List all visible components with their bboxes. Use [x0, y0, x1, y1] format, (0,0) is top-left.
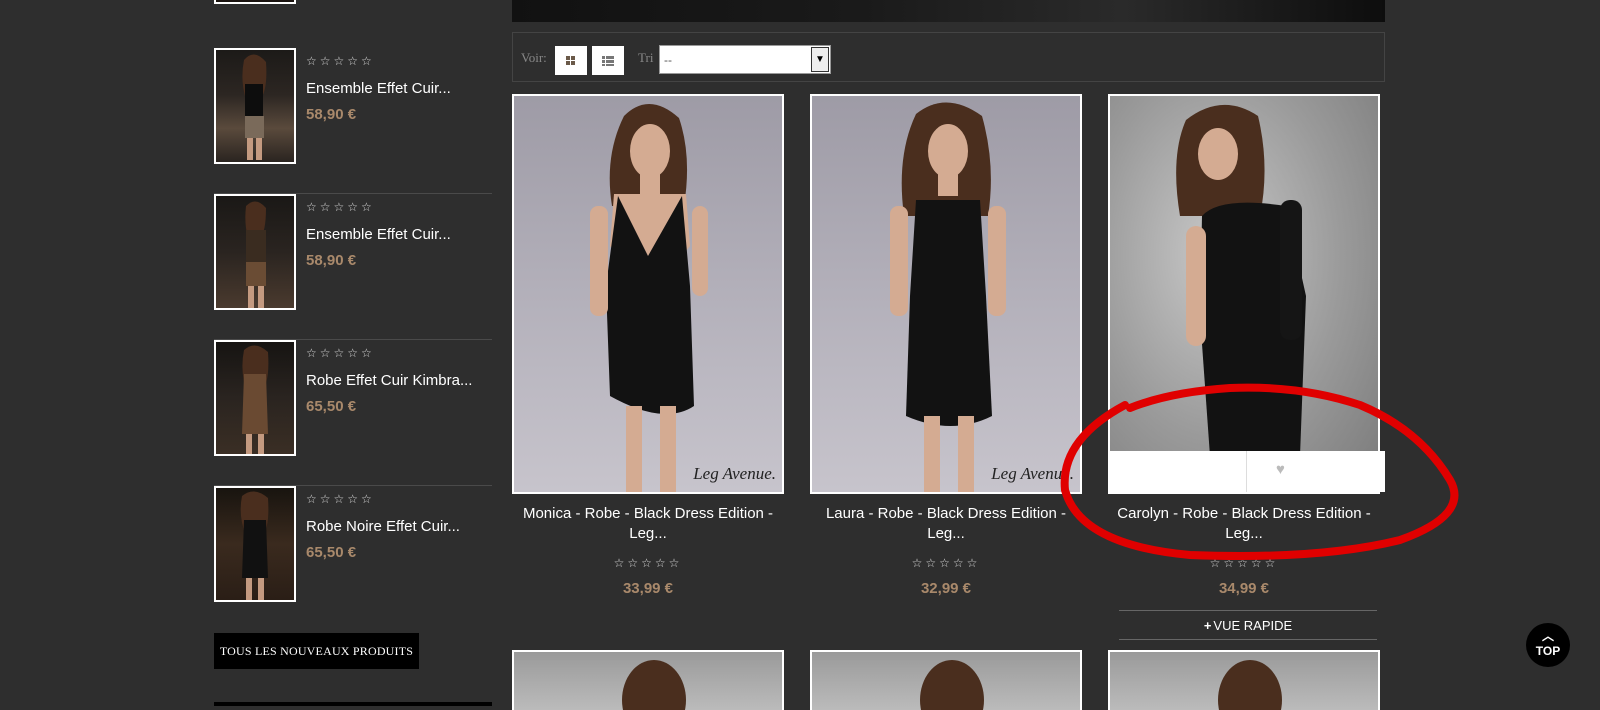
back-to-top-button[interactable]: ︿ TOP	[1526, 623, 1570, 667]
sort-value: --	[664, 53, 672, 67]
rating-stars: ☆☆☆☆☆	[306, 492, 375, 506]
quick-view-label: VUE RAPIDE	[1213, 617, 1293, 633]
list-view-icon	[602, 56, 614, 66]
brand-watermark: Leg Avenue.	[991, 464, 1074, 483]
sidebar-product-1[interactable]: ☆☆☆☆☆ Ensemble Effet Cuir... 58,90 €	[214, 48, 492, 194]
chevron-down-icon[interactable]: ▼	[811, 47, 829, 72]
heart-icon[interactable]: ♥	[1276, 461, 1285, 478]
brand-watermark: Leg Avenue.	[693, 464, 776, 483]
product-thumbnail[interactable]	[214, 486, 296, 602]
grid-view-button[interactable]	[555, 46, 587, 75]
product-price: 58,90 €	[306, 252, 357, 269]
view-label: Voir:	[521, 50, 547, 65]
product-price: 65,50 €	[306, 398, 357, 415]
category-banner	[512, 0, 1385, 22]
rating-stars: ☆☆☆☆☆	[613, 556, 683, 570]
product-name[interactable]: Monica - Robe - Black Dress Edition - Le…	[512, 504, 784, 544]
sidebar-product-3[interactable]: ☆☆☆☆☆ Robe Effet Cuir Kimbra... 65,50 €	[214, 340, 492, 486]
product-price: 58,90 €	[306, 106, 357, 123]
next-block-edge	[214, 702, 492, 706]
product-price: 33,99 €	[622, 580, 674, 597]
product-card-partial[interactable]	[512, 650, 784, 710]
sidebar-product-4[interactable]: ☆☆☆☆☆ Robe Noire Effet Cuir... 65,50 €	[214, 486, 492, 606]
chevron-up-icon: ︿	[1541, 629, 1554, 643]
rating-stars: ☆☆☆☆☆	[1209, 556, 1279, 570]
product-name[interactable]: Robe Effet Cuir Kimbra...	[306, 372, 472, 389]
product-name[interactable]: Ensemble Effet Cuir...	[306, 226, 451, 243]
product-name[interactable]: Ensemble Effet Cuir...	[306, 80, 451, 97]
product-image[interactable]	[1108, 94, 1380, 494]
product-card-partial[interactable]	[1108, 650, 1380, 710]
top-label: TOP	[1535, 644, 1561, 658]
rating-stars: ☆☆☆☆☆	[911, 556, 981, 570]
sidebar-product-2[interactable]: ☆☆☆☆☆ Ensemble Effet Cuir... 58,90 €	[214, 194, 492, 340]
all-new-products-button[interactable]: TOUS LES NOUVEAUX PRODUITS	[214, 633, 419, 669]
sort-select[interactable]: -- ▼	[659, 45, 831, 74]
product-card-partial[interactable]	[810, 650, 1082, 710]
product-name[interactable]: Laura - Robe - Black Dress Edition - Leg…	[810, 504, 1082, 544]
product-thumbnail[interactable]	[214, 340, 296, 456]
product-thumbnail[interactable]	[214, 48, 296, 164]
list-view-button[interactable]	[592, 46, 624, 75]
divider	[1246, 451, 1247, 492]
quick-view-button[interactable]: + VUE RAPIDE	[1119, 610, 1377, 640]
grid-view-icon	[566, 56, 575, 65]
product-price: 34,99 €	[1218, 580, 1270, 597]
product-thumbnail[interactable]	[214, 0, 296, 4]
sort-label: Tri	[638, 50, 654, 65]
rating-stars: ☆☆☆☆☆	[306, 346, 375, 360]
product-price: 32,99 €	[920, 580, 972, 597]
product-name[interactable]: Carolyn - Robe - Black Dress Edition - L…	[1108, 504, 1380, 544]
product-image[interactable]: Leg Avenue.	[512, 94, 784, 494]
product-image[interactable]: Leg Avenue.	[810, 94, 1082, 494]
sidebar-product-partial[interactable]	[214, 0, 492, 16]
product-toolbar: Voir: Tri -- ▼	[512, 32, 1385, 82]
rating-stars: ☆☆☆☆☆	[306, 54, 375, 68]
product-thumbnail[interactable]	[214, 194, 296, 310]
plus-icon: +	[1203, 617, 1212, 633]
product-actions-overlay: ♥	[1108, 451, 1385, 492]
product-name[interactable]: Robe Noire Effet Cuir...	[306, 518, 460, 535]
product-price: 65,50 €	[306, 544, 357, 561]
rating-stars: ☆☆☆☆☆	[306, 200, 375, 214]
